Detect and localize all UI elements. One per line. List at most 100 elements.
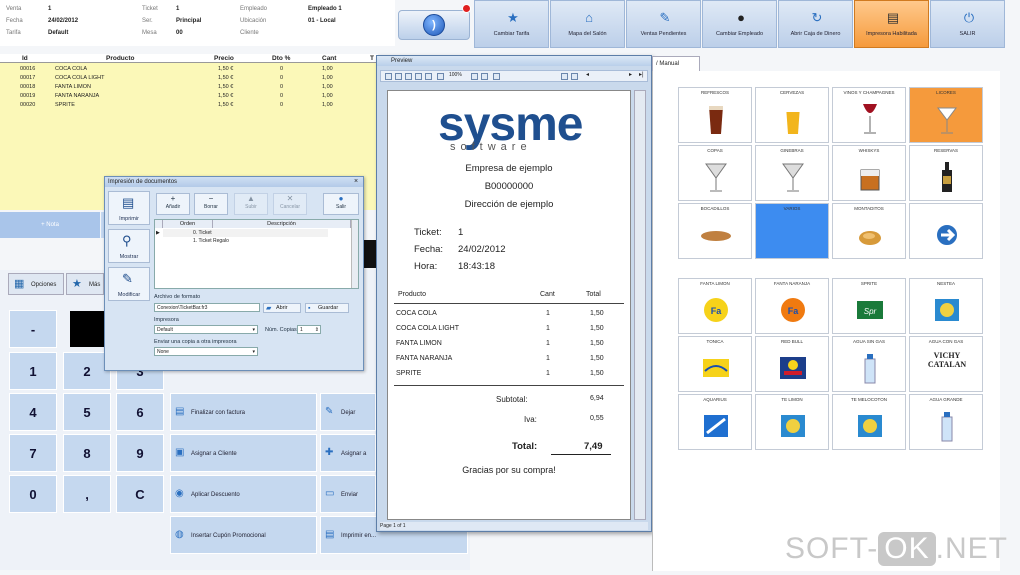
list-item[interactable]: 1. Ticket Regalo (163, 237, 328, 245)
product-button[interactable]: WHISKYS (832, 145, 906, 201)
salir-dialog-button[interactable]: ● Salir (323, 193, 359, 215)
impresora-habilitada-button[interactable]: ▤ Impresora Habilitada (854, 0, 929, 48)
last-page-icon[interactable]: ▸| (639, 71, 644, 78)
zoom-out-icon[interactable] (481, 73, 488, 80)
key-8[interactable]: 8 (63, 434, 111, 472)
sandwich-icon (701, 218, 731, 252)
guardar-button[interactable]: ▪ Guardar (305, 303, 349, 313)
asignar-mesa-button[interactable]: ✚ Asignar a M... (320, 434, 376, 495)
product-button[interactable]: TE MELOCOTON (832, 394, 906, 450)
open-icon[interactable] (385, 73, 392, 80)
cambiar-empleado-button[interactable]: ● Cambiar Empleado (702, 0, 777, 48)
export-icon[interactable] (415, 73, 422, 80)
table-row[interactable]: 00018 FANTA LIMON 1,50 € 0 1,00 (0, 84, 378, 92)
print-icon[interactable] (405, 73, 412, 80)
modificar-button[interactable]: ✎ Modificar (108, 267, 150, 301)
nestea-icon (855, 409, 885, 443)
zoom-select[interactable]: 100% (449, 72, 462, 78)
product-button[interactable]: COPAS (678, 145, 752, 201)
enviar-orden-button[interactable]: ▭ Enviar orden (320, 475, 376, 536)
product-button[interactable]: RED BULL (755, 336, 829, 392)
product-button[interactable]: TONICA (678, 336, 752, 392)
cupon-label: Insertar Cupón Promocional (191, 533, 266, 539)
borrar-button[interactable]: − Borrar (194, 193, 228, 215)
product-button[interactable] (909, 203, 983, 259)
product-button[interactable]: RESERVAS (909, 145, 983, 201)
product-button[interactable]: AGUA GRANDE (909, 394, 983, 450)
table-row[interactable]: 00020 SPRITE 1,50 € 0 1,00 (0, 102, 378, 110)
cambiar-tarifa-button[interactable]: ★ Cambiar Tarifa (474, 0, 549, 48)
product-button[interactable]: VINOS Y CHAMPAGNES (832, 87, 906, 143)
puzzle-icon: ✚ (325, 447, 334, 458)
key-4[interactable]: 4 (9, 393, 57, 431)
anadir-button[interactable]: + Añadir (156, 193, 190, 215)
key-5[interactable]: 5 (63, 393, 111, 431)
asignar-cliente-button[interactable]: ▣ Asignar a Cliente (170, 434, 317, 472)
product-button[interactable]: BOCADILLOS (678, 203, 752, 259)
format-list[interactable]: Orden Descripción ▶ 0. Ticket 1. Ticket … (154, 219, 359, 289)
grid-scrollbar[interactable] (351, 220, 358, 288)
tab-mas[interactable]: ★ Más (66, 273, 104, 295)
messages-button[interactable]: ) (398, 2, 473, 42)
tab-manual[interactable]: / Manual (652, 56, 700, 71)
key-comma[interactable]: , (63, 475, 111, 513)
product-button[interactable]: CERVEZAS (755, 87, 829, 143)
ventas-pendientes-button[interactable]: ✎ Ventas Pendientes (626, 0, 701, 48)
product-button[interactable]: GINEBRAS (755, 145, 829, 201)
product-button[interactable]: REFRESCOS (678, 87, 752, 143)
product-button[interactable]: LICORES (909, 87, 983, 143)
table-row[interactable]: 00019 FANTA NARANJA 1,50 € 0 1,00 (0, 93, 378, 101)
key-minus[interactable]: - (9, 310, 57, 348)
cancelar-button[interactable]: ✕ Cancelar (273, 193, 307, 215)
copy-printer-select[interactable]: None ▾ (154, 347, 258, 356)
page-status: Page 1 of 1 (380, 522, 648, 530)
table-row[interactable]: 00017 COCA COLA LIGHT 1,50 € 0 1,00 (0, 75, 378, 83)
product-button[interactable]: FANTA LIMON Fa (678, 278, 752, 334)
product-button[interactable]: TE LIMON (755, 394, 829, 450)
mapa-salon-button[interactable]: ⌂ Mapa del Salón (550, 0, 625, 48)
add-note-button[interactable]: + Nota (0, 212, 100, 238)
copies-stepper[interactable]: 1 ⇕ (297, 325, 321, 334)
key-6[interactable]: 6 (116, 393, 164, 431)
abrir-button[interactable]: ▰ Abrir (263, 303, 301, 313)
salir-button[interactable]: ⏻ SALIR (930, 0, 1005, 48)
dejar-pendiente-button[interactable]: ✎ Dejar Pendiente (320, 393, 376, 454)
mostrar-button[interactable]: ⚲ Mostrar (108, 229, 150, 263)
product-button[interactable]: FANTA NARANJA Fa (755, 278, 829, 334)
key-9[interactable]: 9 (116, 434, 164, 472)
tab-opciones[interactable]: ▦ Opciones (8, 273, 64, 295)
edit-icon[interactable] (561, 73, 568, 80)
product-button[interactable]: AGUA CON GAS VICHY CATALAN (909, 336, 983, 392)
zoom-in-icon[interactable] (471, 73, 478, 80)
subir-button[interactable]: ▲ Subir (234, 193, 268, 215)
imprimir-button[interactable]: ▤ Imprimir (108, 191, 150, 225)
aplicar-descuento-button[interactable]: ◉ Aplicar Descuento (170, 475, 317, 513)
finalizar-factura-button[interactable]: ▤ Finalizar con factura (170, 393, 317, 431)
product-button[interactable]: AQUARIUS (678, 394, 752, 450)
key-7[interactable]: 7 (9, 434, 57, 472)
close-icon[interactable]: × (352, 178, 360, 186)
save-icon[interactable] (395, 73, 402, 80)
insertar-cupon-button[interactable]: ◍ Insertar Cupón Promocional (170, 516, 317, 554)
fullpage-icon[interactable] (493, 73, 500, 80)
product-button[interactable]: VARIOS (755, 203, 829, 259)
next-page-icon[interactable]: ▸ (629, 71, 632, 78)
list-item[interactable]: ▶ 0. Ticket (156, 229, 328, 237)
key-1[interactable]: 1 (9, 352, 57, 390)
abrir-caja-button[interactable]: ↻ Abrir Caja de Dinero (778, 0, 853, 48)
key-clear[interactable]: C (116, 475, 164, 513)
table-row[interactable]: 00016 COCA COLA 1,50 € 0 1,00 (0, 66, 378, 74)
preview-scrollbar[interactable] (634, 90, 646, 520)
printer-select[interactable]: Default ▾ (154, 325, 258, 334)
product-button[interactable]: NESTEA (909, 278, 983, 334)
product-button[interactable]: AGUA SIN GAS (832, 336, 906, 392)
mail-icon[interactable] (425, 73, 432, 80)
key-0[interactable]: 0 (9, 475, 57, 513)
prev-page-icon[interactable]: ◂ (586, 71, 589, 78)
format-file-field[interactable]: Conexion\TicketBar.fr3 (154, 303, 260, 312)
cliente-label: Cliente (240, 30, 259, 36)
first-page-icon[interactable] (571, 73, 578, 80)
product-button[interactable]: MONTADITOS (832, 203, 906, 259)
product-button[interactable]: SPRITE Spr (832, 278, 906, 334)
search-icon[interactable] (437, 73, 444, 80)
